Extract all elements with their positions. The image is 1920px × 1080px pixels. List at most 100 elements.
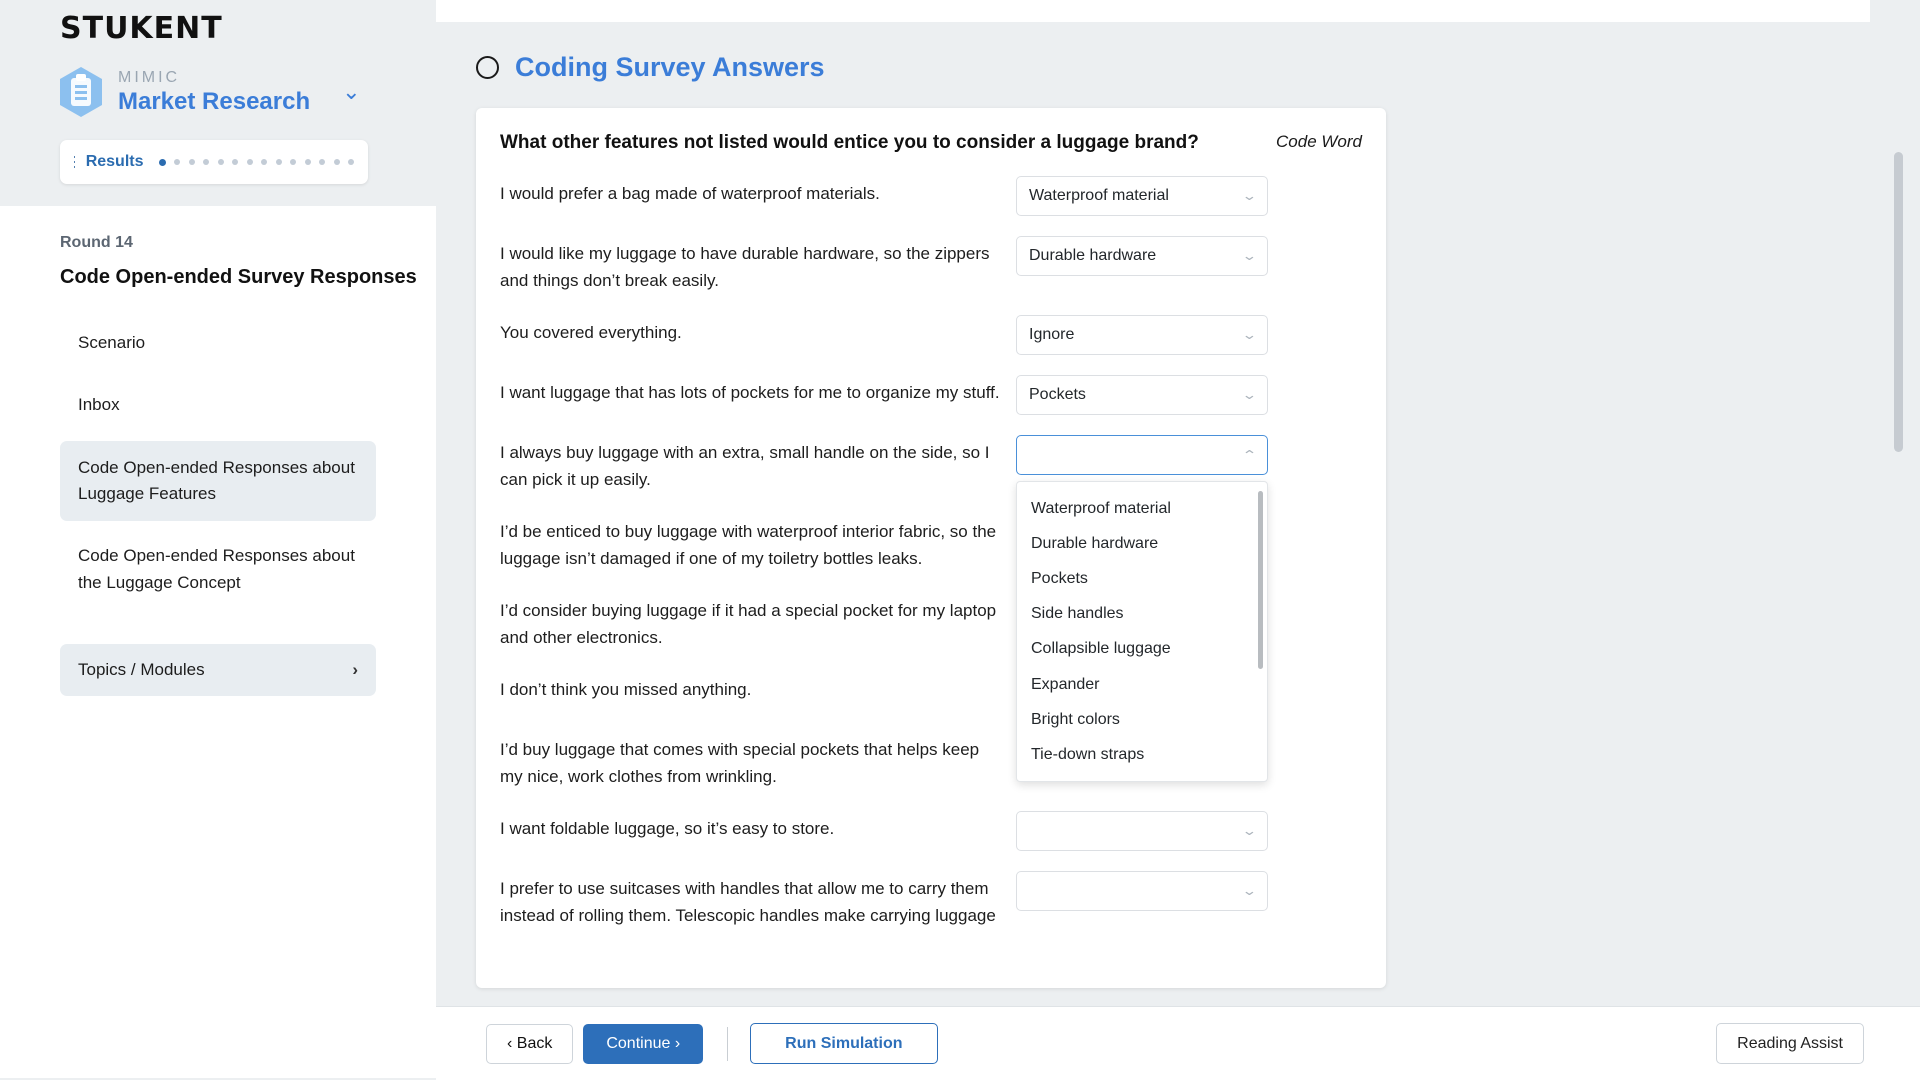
app-root: STUKENT MIMIC Market Research ⌄ Results … (0, 0, 1920, 1080)
progress-dot-2[interactable] (174, 159, 180, 165)
response-text: I would like my luggage to have durable … (500, 243, 990, 291)
run-simulation-button[interactable]: Run Simulation (750, 1023, 938, 1064)
stukent-logo[interactable]: STUKENT (0, 0, 436, 44)
footer-bar: ‹ Back Continue › Run Simulation Reading… (436, 1006, 1920, 1080)
product-switcher[interactable]: MIMIC Market Research ⌄ (0, 44, 436, 118)
product-labels: MIMIC Market Research (118, 69, 311, 115)
code-word-cell: ⌄ Waterproof material Durable hardware Pock… (1016, 429, 1268, 783)
progress-dot-12[interactable] (319, 159, 325, 165)
progress-dot-4[interactable] (203, 159, 209, 165)
chevron-right-icon: › (352, 660, 358, 680)
main-scroll-area: Coding Survey Answers What other feature… (436, 22, 1870, 1080)
response-text: I don’t think you missed anything. (500, 679, 752, 699)
progress-dot-6[interactable] (232, 159, 238, 165)
code-word-column-header: Code Word (1276, 132, 1362, 151)
sidebar: STUKENT MIMIC Market Research ⌄ Results … (0, 0, 436, 1080)
progress-dot-8[interactable] (261, 159, 267, 165)
code-word-select[interactable]: Pockets ⌄ (1016, 374, 1268, 415)
sidebar-item-2[interactable]: Code Open-ended Responses about Luggage … (60, 440, 376, 522)
round-title: Code Open-ended Survey Responses (60, 266, 417, 288)
continue-button[interactable]: Continue › (583, 1023, 704, 1064)
sidebar-header: STUKENT MIMIC Market Research ⌄ Results (0, 0, 436, 184)
chevron-down-icon: ⌄ (1241, 883, 1258, 899)
code-word-value: Durable hardware (1029, 246, 1157, 264)
response-text: I want luggage that has lots of pockets … (500, 382, 1000, 402)
response-row: I always buy luggage with an extra, smal… (500, 429, 1362, 783)
page-scrollbar-track[interactable] (1894, 0, 1912, 1080)
response-row: You covered everything. Ignore ⌄ (500, 309, 1362, 355)
sidebar-item-3[interactable]: Code Open-ended Responses about the Lugg… (60, 529, 376, 610)
dropdown-option[interactable]: Bright colors (1017, 702, 1267, 737)
code-word-select[interactable]: Ignore ⌄ (1016, 314, 1268, 355)
progress-dot-5[interactable] (217, 159, 224, 165)
code-word-select[interactable]: ⌄ (1016, 870, 1268, 911)
code-word-select[interactable]: ⌄ (1016, 434, 1268, 475)
round-label: Round 14 (60, 234, 133, 251)
response-row: I prefer to use suitcases with handles t… (500, 865, 1362, 930)
dropdown-option[interactable]: Tie-down straps (1017, 737, 1267, 772)
response-text: I’d buy luggage that comes with special … (500, 739, 980, 787)
chevron-up-icon: ⌄ (1241, 447, 1258, 463)
dropdown-option[interactable]: Pockets (1017, 561, 1267, 596)
dropdown-option[interactable]: Side handles (1017, 596, 1267, 631)
progress-dot-11[interactable] (304, 159, 311, 165)
chevron-down-icon: ⌄ (1241, 327, 1258, 343)
sidebar-nav-panel: Round 14 Code Open-ended Survey Response… (0, 206, 436, 1078)
code-word-dropdown: Waterproof material Durable hardware Pocke… (1016, 480, 1268, 783)
sidebar-item-0[interactable]: Scenario (60, 316, 376, 370)
mimic-clipboard-icon (58, 66, 104, 118)
progress-dot-14[interactable] (348, 159, 354, 165)
progress-dot-1[interactable] (158, 158, 166, 166)
mimic-label: MIMIC (118, 69, 181, 86)
code-word-cell: Durable hardware ⌄ (1016, 230, 1268, 276)
survey-question: What other features not listed would ent… (500, 132, 1199, 153)
code-word-select[interactable]: ⌄ (1016, 810, 1268, 851)
progress-dots (158, 158, 354, 166)
product-name: Market Research (118, 87, 311, 115)
progress-dot-10[interactable] (290, 159, 296, 165)
results-label: Results (85, 153, 144, 170)
circle-outline-icon (476, 56, 499, 79)
dropdown-option[interactable]: Expander (1017, 667, 1267, 702)
page-header: Coding Survey Answers (436, 22, 1870, 83)
code-word-select[interactable]: Waterproof material ⌄ (1016, 175, 1268, 216)
progress-dot-9[interactable] (275, 159, 282, 165)
code-word-select[interactable]: Durable hardware ⌄ (1016, 235, 1268, 276)
reading-assist-button[interactable]: Reading Assist (1716, 1023, 1864, 1064)
progress-dot-3[interactable] (188, 159, 195, 165)
progress-dot-13[interactable] (333, 159, 340, 165)
code-word-value: Waterproof material (1029, 186, 1169, 204)
code-word-value: Ignore (1029, 325, 1075, 343)
response-row: I want foldable luggage, so it’s easy to… (500, 805, 1362, 851)
chevron-down-icon: ⌄ (1241, 823, 1258, 839)
code-word-value: Pockets (1029, 385, 1086, 403)
response-text: I want foldable luggage, so it’s easy to… (500, 818, 835, 838)
sidebar-item-1[interactable]: Inbox (60, 378, 376, 432)
coding-card: What other features not listed would ent… (476, 108, 1386, 988)
results-bar[interactable]: Results (60, 140, 368, 184)
dropdown-option[interactable]: Collapsible luggage (1017, 631, 1267, 666)
back-button[interactable]: ‹ Back (486, 1023, 574, 1064)
response-text: You covered everything. (500, 322, 682, 342)
dropdown-option[interactable]: Durable hardware (1017, 526, 1267, 561)
hamburger-icon[interactable] (74, 156, 75, 168)
code-word-cell: Ignore ⌄ (1016, 309, 1268, 355)
response-text: I always buy luggage with an extra, smal… (500, 442, 990, 490)
response-text: I’d be enticed to buy luggage with water… (500, 521, 997, 569)
main-top-strip (436, 0, 1870, 22)
dropdown-option[interactable]: Waterproof material (1017, 491, 1267, 526)
response-row: I would prefer a bag made of waterproof … (500, 170, 1362, 216)
chevron-down-icon[interactable]: ⌄ (342, 81, 360, 103)
code-word-cell: ⌄ (1016, 865, 1268, 911)
dropdown-scrollbar-thumb[interactable] (1258, 490, 1263, 669)
page-title: Coding Survey Answers (515, 52, 825, 82)
progress-dot-7[interactable] (246, 159, 253, 165)
card-header: What other features not listed would ent… (476, 108, 1386, 156)
stukent-logo-text: STUKENT (60, 11, 223, 46)
page-scrollbar-thumb[interactable] (1894, 152, 1903, 452)
chevron-down-icon: ⌄ (1241, 248, 1258, 264)
response-text: I prefer to use suitcases with handles t… (500, 878, 996, 926)
footer-divider (727, 1026, 729, 1061)
code-word-cell: ⌄ (1016, 805, 1268, 851)
sidebar-item-topics-modules[interactable]: Topics / Modules › (60, 644, 376, 697)
